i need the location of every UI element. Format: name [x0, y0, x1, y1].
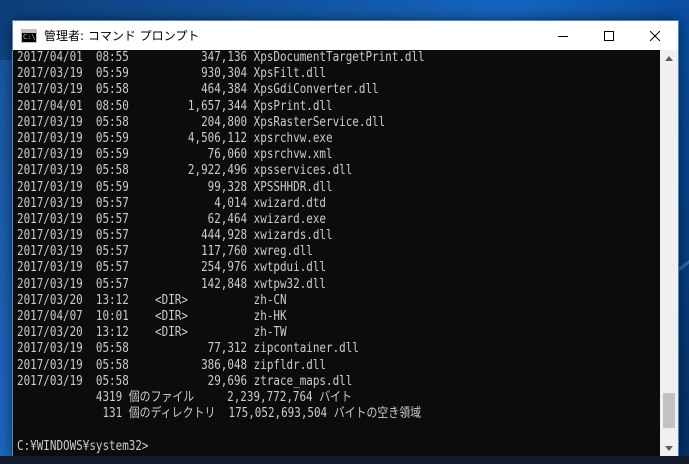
console-line: 2017/04/01 08:50 1,657,344 XpsPrint.dll: [17, 99, 660, 115]
console-line-text: 2017/03/19 05:58 77,312 zipcontainer.dll: [17, 341, 359, 357]
console-line-text: 2017/03/19 05:58 2,922,496 xpsservices.d…: [17, 163, 353, 179]
console-line-text: 2017/04/07 10:01 <DIR> zh-HK: [17, 309, 287, 324]
scroll-down-arrow-icon: [665, 446, 673, 451]
scroll-down-button[interactable]: [660, 440, 678, 457]
console-line: 2017/03/19 05:57 4,014 xwizard.dtd: [17, 196, 660, 212]
console-line: 2017/04/01 08:55 347,136 XpsDocumentTarg…: [17, 50, 660, 66]
console-line: 2017/03/20 13:12 <DIR> zh-CN: [17, 293, 660, 309]
window-title: 管理者: コマンド プロンプト: [44, 29, 200, 43]
taskbar: [0, 456, 689, 464]
console-line-text: 2017/03/19 05:57 117,760 xwreg.dll: [17, 244, 313, 260]
console-line-text: 2017/03/19 05:58 386,048 zipfldr.dll: [17, 357, 327, 373]
console-line: 2017/03/19 05:57 62,464 xwizard.exe: [17, 212, 660, 228]
console-line-text: 2017/03/19 05:59 930,304 XpsFilt.dll: [17, 66, 327, 82]
console-line-text: 2017/03/19 05:58 464,384 XpsGdiConverter…: [17, 82, 379, 98]
console-line-text: 2017/03/19 05:57 142,848 xwtpw32.dll: [17, 276, 327, 292]
cmd-icon[interactable]: C:\_: [21, 28, 37, 43]
console-output[interactable]: 2017/04/01 08:55 347,136 XpsDocumentTarg…: [13, 50, 660, 457]
scrollbar-thumb[interactable]: [663, 393, 675, 428]
console-line-text: 2017/04/01 08:55 347,136 XpsDocumentTarg…: [17, 50, 425, 65]
console-line-text: 2017/03/19 05:57 254,976 xwtpdui.dll: [17, 260, 327, 276]
console-line-text: 2017/03/19 05:59 76,060 xpsrchvw.xml: [17, 147, 333, 163]
console-line: 2017/03/19 05:58 204,800 XpsRasterServic…: [17, 115, 660, 131]
scroll-up-arrow-icon: [665, 56, 673, 61]
vertical-scrollbar[interactable]: [660, 50, 678, 457]
close-icon: [650, 30, 660, 41]
console-line: 2017/03/19 05:57 142,848 xwtpw32.dll: [17, 277, 660, 293]
minimize-icon: [558, 35, 568, 37]
console-line: 2017/03/19 05:57 444,928 xwizards.dll: [17, 228, 660, 244]
console-line: 2017/03/19 05:57 254,976 xwtpdui.dll: [17, 260, 660, 276]
console-line-text: 2017/03/20 13:12 <DIR> zh-CN: [17, 292, 287, 308]
console-line-text: 2017/03/20 13:12 <DIR> zh-TW: [17, 325, 287, 341]
command-prompt-line: C:¥WINDOWS¥system32>: [17, 439, 660, 455]
command-prompt-window: C:\_ 管理者: コマンド プロンプト 2017/04/01 08:55 34…: [12, 20, 679, 458]
console-line: 2017/03/19 05:59 99,328 XPSSHHDR.dll: [17, 180, 660, 196]
maximize-icon: [604, 30, 614, 41]
console-line-text: 2017/03/19 05:58 204,800 XpsRasterServic…: [17, 114, 386, 130]
console-line: 2017/03/19 05:58 386,048 zipfldr.dll: [17, 358, 660, 374]
console-line: 2017/03/19 05:58 29,696 ztrace_maps.dll: [17, 374, 660, 390]
minimize-button[interactable]: [540, 21, 586, 50]
console-line: 2017/03/19 05:59 930,304 XpsFilt.dll: [17, 66, 660, 82]
console-line-text: 131 個のディレクトリ 175,052,693,504 バイトの空き領域: [17, 406, 422, 422]
close-button[interactable]: [632, 21, 678, 50]
console-line-text: 2017/03/19 05:58 29,696 ztrace_maps.dll: [17, 373, 353, 389]
prompt-text: C:¥WINDOWS¥system32>: [17, 438, 149, 454]
console-line: 2017/03/20 13:12 <DIR> zh-TW: [17, 325, 660, 341]
console-line: 2017/03/19 05:58 464,384 XpsGdiConverter…: [17, 82, 660, 98]
console-line-text: 2017/04/01 08:50 1,657,344 XpsPrint.dll: [17, 98, 333, 114]
console-line: 131 個のディレクトリ 175,052,693,504 バイトの空き領域: [17, 406, 660, 422]
console-line-text: 4319 個のファイル 2,239,772,764 バイト: [17, 389, 352, 405]
console-line-text: 2017/03/19 05:57 4,014 xwizard.dtd: [17, 195, 327, 211]
console-line: 4319 個のファイル 2,239,772,764 バイト: [17, 390, 660, 406]
console-line: 2017/04/07 10:01 <DIR> zh-HK: [17, 309, 660, 325]
console-line-text: 2017/03/19 05:59 99,328 XPSSHHDR.dll: [17, 179, 333, 195]
console-line: 2017/03/19 05:59 4,506,112 xpsrchvw.exe: [17, 131, 660, 147]
console-line-text: 2017/03/19 05:57 444,928 xwizards.dll: [17, 228, 333, 244]
console-line: 2017/03/19 05:58 2,922,496 xpsservices.d…: [17, 163, 660, 179]
scroll-up-button[interactable]: [660, 50, 678, 67]
console-line: 2017/03/19 05:57 117,760 xwreg.dll: [17, 244, 660, 260]
console-line-text: 2017/03/19 05:59 4,506,112 xpsrchvw.exe: [17, 130, 333, 146]
console-line: 2017/03/19 05:58 77,312 zipcontainer.dll: [17, 341, 660, 357]
maximize-button[interactable]: [586, 21, 632, 50]
title-bar[interactable]: C:\_ 管理者: コマンド プロンプト: [13, 21, 678, 50]
console-line-text: 2017/03/19 05:57 62,464 xwizard.exe: [17, 211, 327, 227]
console-line: 2017/03/19 05:59 76,060 xpsrchvw.xml: [17, 147, 660, 163]
